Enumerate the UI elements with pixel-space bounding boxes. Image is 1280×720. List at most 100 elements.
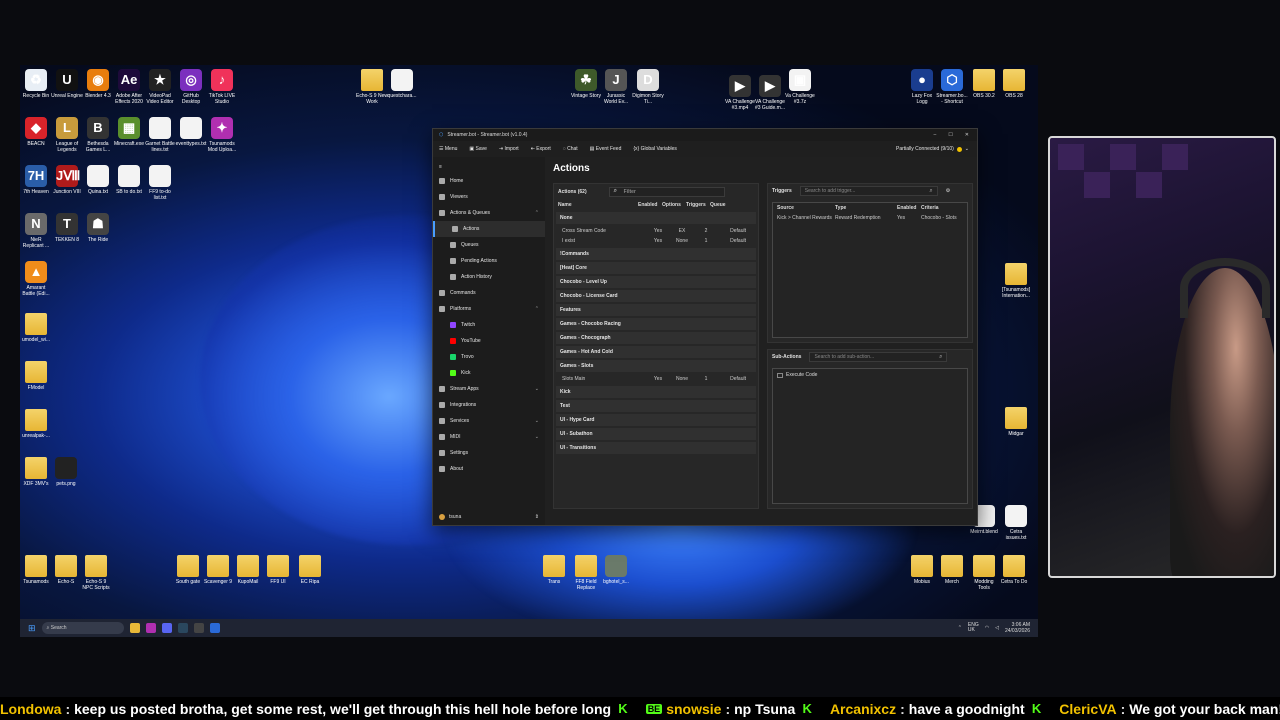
sidebar-item-actions[interactable]: Actions <box>433 221 545 237</box>
sidebar-item-pending-actions[interactable]: Pending Actions <box>433 253 545 269</box>
discord-icon[interactable] <box>161 623 172 633</box>
desktop-icon[interactable]: ◆ BEACN <box>20 117 52 147</box>
desktop-icon[interactable]: Trans <box>538 555 570 585</box>
desktop-icon[interactable]: questchara... <box>386 69 418 99</box>
sidebar-item-action-history[interactable]: Action History <box>433 269 545 285</box>
clock[interactable]: 3:06 AM 24/03/2026 <box>1005 622 1030 634</box>
desktop-icon[interactable]: ▦ Minecraft.exe <box>113 117 145 147</box>
desktop-icon[interactable]: ▣ Va Challenge #3.7z <box>784 69 816 105</box>
list-item[interactable]: Execute Code <box>777 372 963 378</box>
desktop-icon[interactable]: pets.png <box>50 457 82 487</box>
filter-input[interactable]: Filter <box>608 187 725 197</box>
table-row[interactable]: I exist Yes None 1 Default <box>554 236 758 246</box>
steam-icon[interactable] <box>177 623 188 633</box>
desktop-icon[interactable]: OBS 28 <box>998 69 1030 99</box>
sidebar-item-viewers[interactable]: Viewers <box>433 189 545 205</box>
desktop-icon[interactable]: D Digimon Story Ti... <box>632 69 664 105</box>
desktop-icon[interactable]: [Tsunamods] Internation... <box>1000 263 1032 299</box>
window-titlebar[interactable]: ⬡ Streamer.bot - Streamer.bot (v1.0.4) –… <box>433 129 977 141</box>
desktop-icon[interactable]: ☘ Vintage Story <box>570 69 602 99</box>
subaction-search-input[interactable]: Search to add sub-action... <box>809 352 948 362</box>
language-indicator[interactable]: ENG UK <box>968 623 979 633</box>
sidebar-item-integrations[interactable]: Integrations <box>433 397 545 413</box>
desktop-icon[interactable]: J Jurassic World Ev... <box>600 69 632 105</box>
file-explorer-icon[interactable] <box>129 623 140 633</box>
desktop-icon[interactable]: B Bethesda Games L... <box>82 117 114 153</box>
desktop-icon[interactable]: EC Ripa <box>294 555 326 585</box>
gear-icon[interactable]: ⚙ <box>946 188 950 194</box>
desktop-icon[interactable]: U Unreal Engine <box>51 69 83 99</box>
action-group[interactable]: !Commands <box>556 248 756 260</box>
desktop-icon[interactable]: FF9 to-do list.txt <box>144 165 176 201</box>
desktop-icon[interactable]: ● Lazy Fox Logg <box>906 69 938 105</box>
sidebar-item-home[interactable]: Home <box>433 173 545 189</box>
close-icon[interactable]: ✕ <box>965 132 969 138</box>
sidebar-item-about[interactable]: About <box>433 461 545 477</box>
desktop-icon[interactable]: Echo-S 9 New Work <box>356 69 388 105</box>
desktop-icon[interactable]: L League of Legends <box>51 117 83 153</box>
sidebar-item-stream-apps[interactable]: Stream Apps ⌄ <box>433 381 545 397</box>
desktop-icon[interactable]: SB to do.txt <box>113 165 145 195</box>
desktop-icon[interactable]: South gate <box>172 555 204 585</box>
sidebar-item-midi[interactable]: MIDI ⌄ <box>433 429 545 445</box>
desktop-icon[interactable]: Quina.txt <box>82 165 114 195</box>
action-group[interactable]: Kick <box>556 386 756 398</box>
action-group[interactable]: Features <box>556 304 756 316</box>
volume-icon[interactable]: ◁ <box>995 625 999 631</box>
hamburger-icon[interactable]: ≡ <box>433 161 545 173</box>
desktop-icon[interactable]: 7H 7th Heaven <box>20 165 52 195</box>
action-group[interactable]: [Heat] Core <box>556 262 756 274</box>
desktop-icon[interactable]: FF8 Field Replace <box>570 555 602 591</box>
trigger-search-input[interactable]: Search to add trigger... <box>799 186 938 196</box>
desktop-icon[interactable]: N NieR Replicant ... <box>20 213 52 249</box>
desktop-icon[interactable]: ⬡ Streamer.bo... - Shortcut <box>936 69 968 105</box>
sidebar-item-youtube[interactable]: YouTube <box>433 333 545 349</box>
desktop-icon[interactable]: ◎ GitHub Desktop <box>175 69 207 105</box>
desktop-icon[interactable]: Echo-S <box>50 555 82 585</box>
sidebar-item-twitch[interactable]: Twitch <box>433 317 545 333</box>
maximize-icon[interactable]: ☐ <box>948 132 952 138</box>
action-group[interactable]: UI - Hype Card <box>556 414 756 426</box>
desktop-icon[interactable]: Tsunamods <box>20 555 52 585</box>
chevron-up-icon[interactable]: ⌃ <box>958 625 962 631</box>
app-icon[interactable] <box>145 623 156 633</box>
desktop-icon[interactable]: T TEKKEN 8 <box>51 213 83 243</box>
sidebar-item-settings[interactable]: Settings <box>433 445 545 461</box>
desktop-icon[interactable]: JⅧ Junction VIII <box>51 165 83 195</box>
desktop-icon[interactable]: ✦ Tsunamods Mod Uploa... <box>206 117 238 153</box>
windows-start-icon[interactable]: ⊞ <box>28 623 36 634</box>
export-button[interactable]: ⇤ Export <box>531 146 551 152</box>
desktop-icon[interactable]: Midgar <box>1000 407 1032 437</box>
action-group[interactable]: Chocobo - Level Up <box>556 276 756 288</box>
sidebar-item-commands[interactable]: Commands <box>433 285 545 301</box>
desktop-icon[interactable]: Merch <box>936 555 968 585</box>
desktop-icon[interactable]: FModel <box>20 361 52 391</box>
desktop-icon[interactable]: Cetra To Do <box>998 555 1030 585</box>
action-group[interactable]: Games - Chocograph <box>556 332 756 344</box>
action-group[interactable]: UI - Transitions <box>556 442 756 454</box>
desktop-icon[interactable]: OBS 30.2 <box>968 69 1000 99</box>
desktop-icon[interactable]: ★ VideoPad Video Editor <box>144 69 176 105</box>
desktop-icon[interactable]: ▶ VA Challenge #3 Guide.m... <box>754 75 786 111</box>
connection-status[interactable]: Partially Connected (9/10) ⌄ <box>896 146 977 152</box>
desktop-icon[interactable]: bghotel_s... <box>600 555 632 585</box>
minimize-icon[interactable]: – <box>934 132 937 138</box>
desktop-icon[interactable]: XDF 3MV's <box>20 457 52 487</box>
desktop-icon[interactable]: FF9 UI <box>262 555 294 585</box>
desktop-icon[interactable]: KupoMail <box>232 555 264 585</box>
desktop-icon[interactable]: Mobius <box>906 555 938 585</box>
global-variables-button[interactable]: {x} Global Variables <box>633 146 677 152</box>
desktop-icon[interactable]: unrealpak-... <box>20 409 52 439</box>
table-row[interactable]: Cross Stream Code Yes EX 2 Default <box>554 226 758 236</box>
sidebar-item-kick[interactable]: Kick <box>433 365 545 381</box>
settings-icon[interactable] <box>193 623 204 633</box>
sidebar-item-trovo[interactable]: Trovo <box>433 349 545 365</box>
desktop-icon[interactable]: Modding Tools <box>968 555 1000 591</box>
menu-button[interactable]: ☰ Menu <box>439 146 457 152</box>
action-group[interactable]: Chocobo - License Card <box>556 290 756 302</box>
desktop-icon[interactable]: Echo-S 9 NPC Scripts <box>80 555 112 591</box>
desktop-icon[interactable]: Ae Adobe After Effects 2020 <box>113 69 145 105</box>
desktop-icon[interactable]: umodel_wi... <box>20 313 52 343</box>
desktop-icon[interactable]: ♻ Recycle Bin <box>20 69 52 99</box>
app-icon-2[interactable] <box>209 623 220 633</box>
